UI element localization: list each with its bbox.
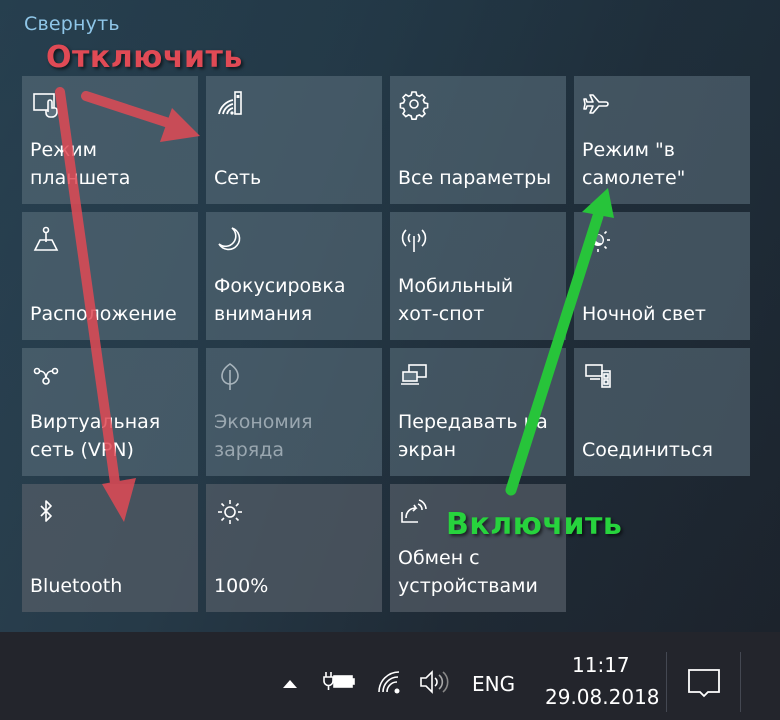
tile-network[interactable]: Сеть	[206, 76, 382, 204]
tile-label: Bluetooth	[30, 575, 123, 597]
project-icon	[400, 362, 428, 390]
tile-battery-saver[interactable]: Экономия заряда	[206, 348, 382, 476]
brightness-icon	[216, 498, 244, 526]
airplane-icon	[583, 90, 612, 118]
collapse-link[interactable]: Свернуть	[24, 13, 120, 35]
tile-connect[interactable]: Соединиться	[574, 348, 750, 476]
show-hidden-icons-icon[interactable]	[283, 680, 297, 688]
tray-separator	[740, 652, 741, 712]
gear-icon	[399, 90, 429, 120]
language-indicator[interactable]: ENG	[472, 672, 515, 696]
tile-tablet-mode[interactable]: Режим планшета	[22, 76, 198, 204]
battery-saver-icon	[216, 362, 244, 390]
bluetooth-icon	[32, 498, 60, 526]
night-light-icon	[584, 226, 612, 254]
tile-label: Обмен с устройствами	[398, 547, 538, 597]
tablet-mode-icon	[32, 90, 60, 118]
nearby-sharing-icon	[400, 498, 428, 526]
tile-label: Ночной свет	[582, 303, 706, 325]
tile-bluetooth[interactable]: Bluetooth	[22, 484, 198, 612]
tile-label: Режим планшета	[30, 139, 131, 189]
clock-date[interactable]: 29.08.2018	[545, 685, 660, 709]
tile-vpn[interactable]: Виртуальная сеть (VPN)	[22, 348, 198, 476]
hotspot-icon	[400, 226, 428, 254]
notifications-icon[interactable]	[687, 668, 721, 702]
tile-label: Виртуальная сеть (VPN)	[30, 411, 161, 461]
tile-label: Мобильный хот-спот	[398, 275, 514, 325]
volume-icon[interactable]	[419, 670, 449, 698]
tile-project[interactable]: Передавать на экран	[390, 348, 566, 476]
tile-label: Сеть	[214, 167, 262, 189]
tile-label: Фокусировка внимания	[214, 275, 346, 325]
clock-time[interactable]: 11:17	[572, 653, 630, 677]
tile-label: 100%	[214, 575, 269, 597]
tile-night-light[interactable]: Ночной свет	[574, 212, 750, 340]
tile-brightness[interactable]: 100%	[206, 484, 382, 612]
wifi-icon[interactable]	[377, 670, 403, 698]
tile-all-settings[interactable]: Все параметры	[390, 76, 566, 204]
location-icon	[32, 226, 60, 254]
tile-label: Расположение	[30, 303, 177, 325]
tile-mobile-hotspot[interactable]: Мобильный хот-спот	[390, 212, 566, 340]
vpn-icon	[32, 362, 60, 390]
tile-label: Режим "в самолете"	[582, 139, 686, 189]
tile-location[interactable]: Расположение	[22, 212, 198, 340]
tray-separator	[666, 652, 667, 712]
tile-label: Соединиться	[582, 439, 713, 461]
connect-icon	[584, 362, 612, 390]
network-icon	[216, 90, 244, 118]
tile-label: Экономия заряда	[214, 411, 313, 461]
tile-focus-assist[interactable]: Фокусировка внимания	[206, 212, 382, 340]
tile-label: Все параметры	[398, 167, 552, 189]
battery-charging-icon[interactable]	[322, 670, 356, 696]
tile-nearby-sharing[interactable]: Обмен с устройствами	[390, 484, 566, 612]
tile-airplane-mode[interactable]: Режим "в самолете"	[574, 76, 750, 204]
tile-label: Передавать на экран	[398, 411, 548, 461]
moon-icon	[216, 226, 244, 254]
